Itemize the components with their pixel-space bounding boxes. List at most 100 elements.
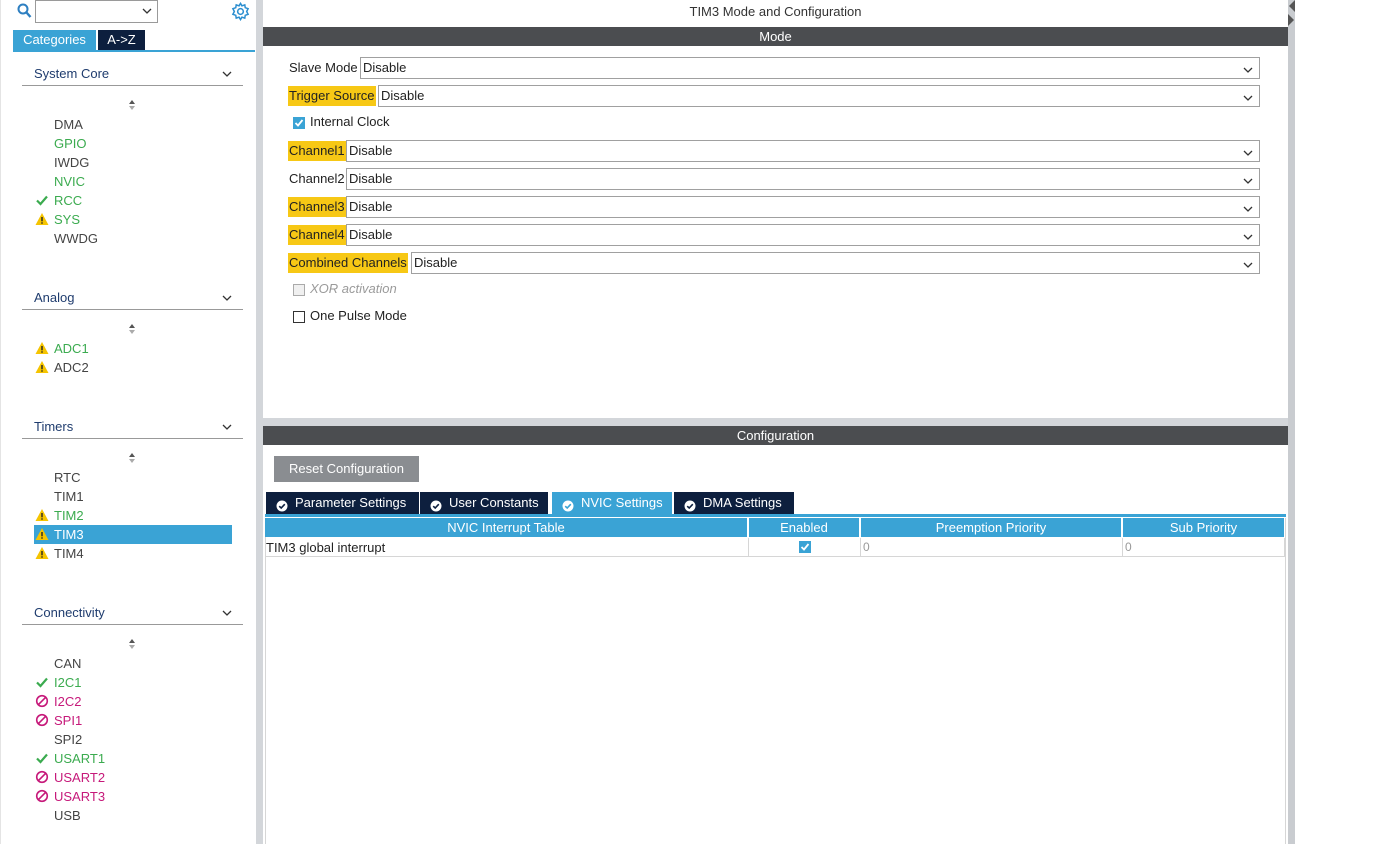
list-item-tim2[interactable]: TIM2: [34, 506, 232, 525]
channel3-select[interactable]: Disable: [346, 196, 1260, 218]
tab-user-constants[interactable]: User Constants: [420, 492, 548, 514]
chevron-down-icon[interactable]: [141, 5, 153, 20]
channel4-select[interactable]: Disable: [346, 224, 1260, 246]
channel3-value: Disable: [349, 199, 393, 214]
list-item-label: WWDG: [54, 231, 99, 246]
channel2-select[interactable]: Disable: [346, 168, 1260, 190]
reset-configuration-button[interactable]: Reset Configuration: [274, 456, 419, 482]
list-item-usb[interactable]: USB: [34, 806, 232, 825]
list-item-spi1[interactable]: SPI1: [34, 711, 232, 730]
tab-a-to-z[interactable]: A->Z: [98, 30, 145, 50]
blocked-icon: [35, 770, 49, 784]
chevron-down-icon[interactable]: [1242, 90, 1254, 110]
slave-mode-select[interactable]: Disable: [360, 57, 1260, 79]
list-item-gpio[interactable]: GPIO: [34, 134, 232, 153]
list-item-tim1[interactable]: TIM1: [34, 487, 232, 506]
enabled-checkbox[interactable]: [799, 541, 811, 553]
list-item-spi2[interactable]: SPI2: [34, 730, 232, 749]
chevron-down-icon[interactable]: [221, 421, 233, 436]
channel4-label: Channel4: [288, 225, 346, 245]
tab-dma-settings[interactable]: DMA Settings: [674, 492, 794, 514]
tab-categories[interactable]: Categories: [13, 30, 96, 50]
list-item-label: IWDG: [54, 155, 90, 170]
sort-icon[interactable]: [127, 452, 137, 467]
tab-label: User Constants: [449, 495, 539, 510]
list-item-tim4[interactable]: TIM4: [34, 544, 232, 563]
warning-icon: [35, 212, 49, 226]
list-item-sys[interactable]: SYS: [34, 210, 232, 229]
chevron-down-icon[interactable]: [1242, 257, 1254, 277]
list-item-wwdg[interactable]: WWDG: [34, 229, 232, 248]
search-combo[interactable]: [35, 0, 158, 23]
trigger-source-label: Trigger Source: [288, 86, 376, 106]
list-item-adc1[interactable]: ADC1: [34, 339, 232, 358]
xor-activation-label: XOR activation: [310, 281, 397, 296]
list-item-usart1[interactable]: USART1: [34, 749, 232, 768]
trigger-source-select[interactable]: Disable: [378, 85, 1260, 107]
list-item-label: DMA: [54, 117, 83, 132]
category-header-timers[interactable]: Timers: [22, 419, 243, 439]
chevron-down-icon[interactable]: [221, 292, 233, 307]
list-item-label: USART3: [54, 789, 106, 804]
chevron-down-icon[interactable]: [1242, 173, 1254, 193]
list-item-label: TIM1: [54, 489, 84, 504]
gear-icon[interactable]: [231, 1, 250, 24]
chevron-down-icon[interactable]: [1242, 229, 1254, 249]
column-header-sub-priority: Sub Priority: [1123, 518, 1284, 537]
check-icon: [35, 675, 49, 689]
category-header-connectivity[interactable]: Connectivity: [22, 605, 243, 625]
table-cell-interrupt-name: TIM3 global interrupt: [265, 538, 749, 557]
list-item-label: ADC1: [54, 341, 89, 356]
blocked-icon: [35, 694, 49, 708]
tab-label: DMA Settings: [703, 495, 782, 510]
table-cell-preemption[interactable]: 0: [861, 538, 1123, 557]
list-item-rtc[interactable]: RTC: [34, 468, 232, 487]
sort-icon[interactable]: [127, 638, 137, 653]
scrollbar[interactable]: [1288, 0, 1295, 844]
tab-underline: [13, 50, 255, 52]
category-header-system-core[interactable]: System Core: [22, 66, 243, 86]
section-divider[interactable]: [263, 418, 1288, 426]
warning-icon: [35, 360, 49, 374]
sort-icon[interactable]: [127, 323, 137, 338]
list-item-label: GPIO: [54, 136, 87, 151]
list-item-can[interactable]: CAN: [34, 654, 232, 673]
chevron-down-icon[interactable]: [221, 68, 233, 83]
panel-splitter[interactable]: [256, 0, 263, 844]
list-item-adc2[interactable]: ADC2: [34, 358, 232, 377]
slave-mode-value: Disable: [363, 60, 407, 75]
tab-nvic-settings[interactable]: NVIC Settings: [552, 492, 672, 514]
list-item-usart2[interactable]: USART2: [34, 768, 232, 787]
chevron-down-icon[interactable]: [1242, 201, 1254, 221]
search-icon[interactable]: [17, 3, 32, 22]
mode-configuration-panel: TIM3 Mode and Configuration Mode Slave M…: [263, 0, 1288, 844]
list-item-label: TIM4: [54, 546, 84, 561]
table-cell-sub-priority[interactable]: 0: [1123, 538, 1285, 557]
chevron-down-icon[interactable]: [1242, 145, 1254, 165]
list-item-tim3[interactable]: TIM3: [34, 525, 232, 544]
list-item-rcc[interactable]: RCC: [34, 191, 232, 210]
column-header-preemption: Preemption Priority: [861, 518, 1122, 537]
chevron-down-icon[interactable]: [221, 607, 233, 622]
list-item-nvic[interactable]: NVIC: [34, 172, 232, 191]
channel2-label: Channel2: [289, 171, 345, 186]
internal-clock-checkbox[interactable]: [293, 117, 305, 129]
warning-icon: [35, 546, 49, 560]
combined-channels-select[interactable]: Disable: [411, 252, 1260, 274]
channel1-value: Disable: [349, 143, 393, 158]
channel1-select[interactable]: Disable: [346, 140, 1260, 162]
list-item-label: ADC2: [54, 360, 89, 375]
list-item-usart3[interactable]: USART3: [34, 787, 232, 806]
one-pulse-mode-checkbox[interactable]: [293, 311, 305, 323]
tab-parameter-settings[interactable]: Parameter Settings: [266, 492, 419, 514]
chevron-down-icon[interactable]: [1242, 62, 1254, 82]
tab-underline: [265, 514, 1286, 517]
mode-header: Mode: [263, 27, 1288, 46]
list-item-i2c2[interactable]: I2C2: [34, 692, 232, 711]
list-item-iwdg[interactable]: IWDG: [34, 153, 232, 172]
list-item-dma[interactable]: DMA: [34, 115, 232, 134]
list-item-i2c1[interactable]: I2C1: [34, 673, 232, 692]
channel2-value: Disable: [349, 171, 393, 186]
sort-icon[interactable]: [127, 99, 137, 114]
category-header-analog[interactable]: Analog: [22, 290, 243, 310]
